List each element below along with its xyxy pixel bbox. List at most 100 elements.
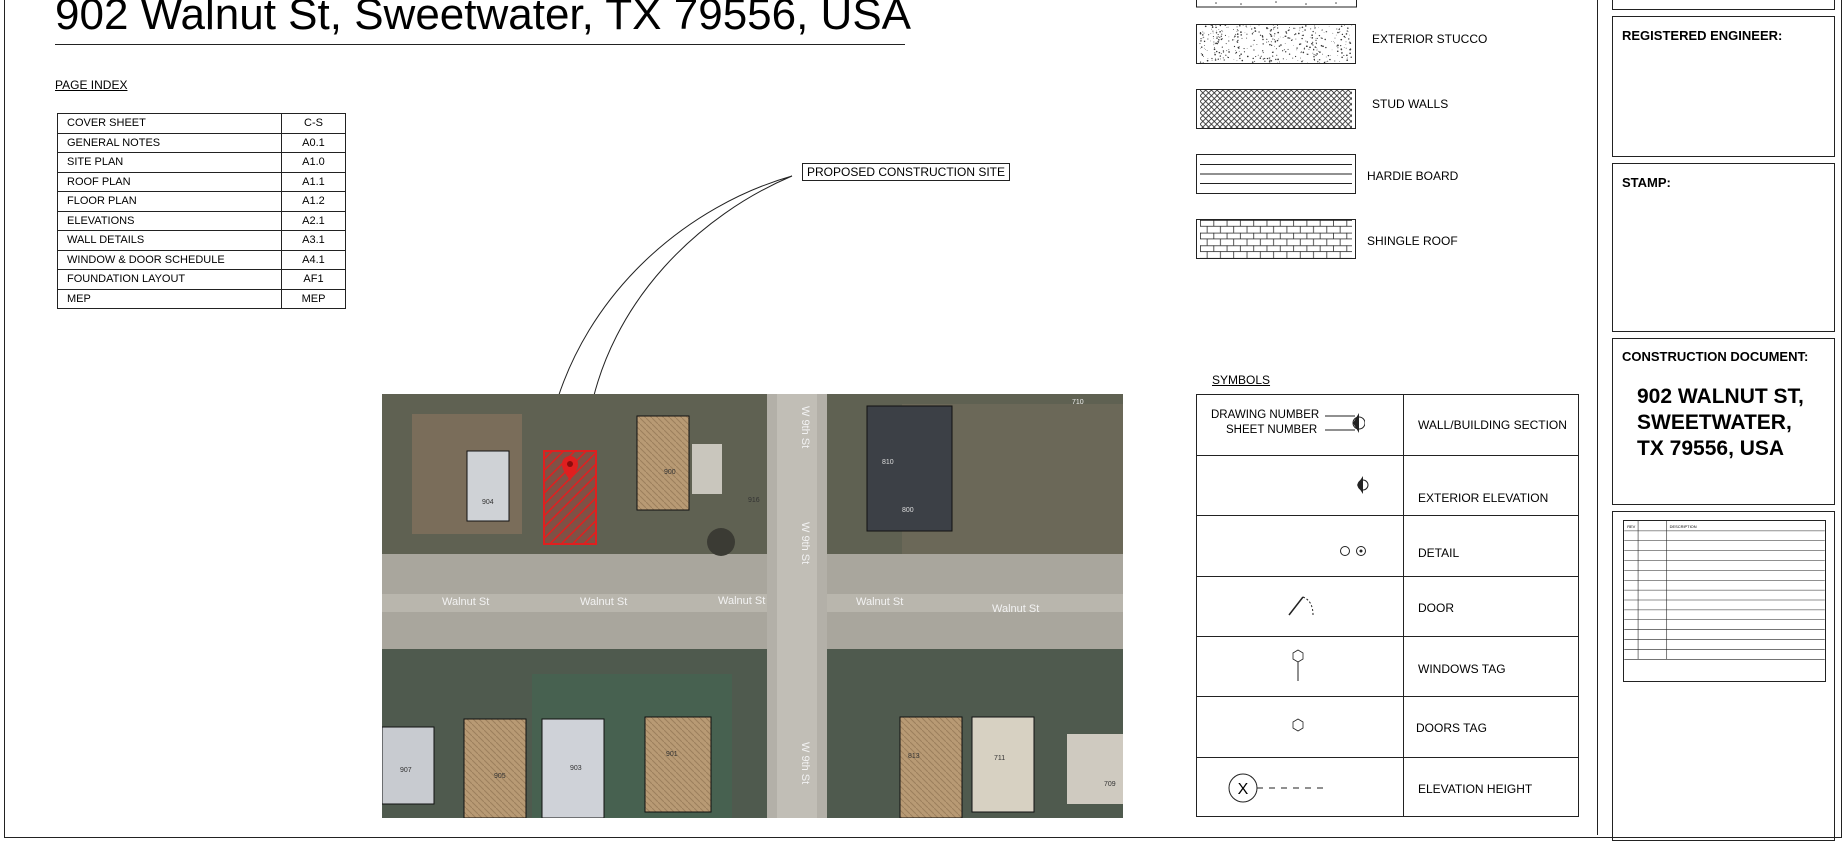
page-index-name: GENERAL NOTES (57, 132, 282, 153)
engineer-label: REGISTERED ENGINEER: (1622, 28, 1783, 43)
page-index-label: PAGE INDEX (55, 78, 128, 92)
material-label: STUD WALLS (1372, 97, 1449, 111)
map-street-label: Walnut St (718, 595, 765, 607)
page-index-name: ELEVATIONS (57, 210, 282, 231)
symbol-row: DOORS TAG (1197, 696, 1578, 758)
page-index-row: SITE PLAN A1.0 (57, 152, 346, 173)
symbol-label: DOORS TAG (1416, 721, 1487, 735)
page-index-name: MEP (57, 288, 282, 309)
page-index-row: WALL DETAILS A3.1 (57, 230, 346, 251)
project-address-line: SWEETWATER, (1637, 411, 1792, 434)
map-cross-street-label: W 9th St (799, 742, 811, 784)
page-index-sheet: A2.1 (281, 210, 346, 231)
map-house-number: 711 (994, 755, 1005, 762)
construction-document-cell: CONSTRUCTION DOCUMENT: 902 WALNUT ST, SW… (1612, 338, 1835, 505)
material-label: EXTERIOR STUCCO (1372, 32, 1488, 46)
page-index-name: WALL DETAILS (57, 230, 282, 251)
symbol-label: EXTERIOR ELEVATION (1418, 491, 1549, 505)
page-index-sheet: A0.1 (281, 132, 346, 153)
page-index-name: FLOOR PLAN (57, 191, 282, 212)
page-index-sheet: AF1 (281, 269, 346, 290)
page-index-sheet: A1.1 (281, 171, 346, 192)
symbol-row: DOOR (1197, 576, 1578, 637)
page-index-sheet: A1.2 (281, 191, 346, 212)
symbol-label: WALL/BUILDING SECTION (1418, 418, 1567, 432)
proposed-site-callout: PROPOSED CONSTRUCTION SITE (802, 163, 1011, 181)
map-house-number: 800 (902, 507, 914, 514)
page-title: 902 Walnut St, Sweetwater, TX 79556, USA (55, 0, 912, 39)
elevation-mark-text: X (1238, 781, 1249, 798)
symbol-row: X ELEVATION HEIGHT (1197, 757, 1578, 819)
title-underline (55, 44, 905, 45)
map-house-number: 905 (494, 773, 506, 780)
project-address-line: 902 WALNUT ST, (1637, 385, 1804, 408)
symbol-label: DOOR (1418, 601, 1454, 615)
page-index-sheet: C-S (281, 113, 346, 134)
shingle-roof-swatch (1196, 219, 1356, 259)
page-index-table: COVER SHEET C-S GENERAL NOTES A0.1 SITE PLAN… (57, 113, 346, 309)
elevation-marker-icon (1357, 476, 1369, 494)
page-index-row: FLOOR PLAN A1.2 (57, 191, 346, 212)
page-index-row: ROOF PLAN A1.1 (57, 171, 346, 192)
project-address: 902 WALNUT ST, SWEETWATER, TX 79556, USA (1637, 384, 1804, 462)
revision-header: DESCRIPTION (1670, 524, 1697, 529)
detail-marker-icon (1340, 546, 1366, 556)
material-label: HARDIE BOARD (1367, 169, 1459, 183)
symbol-label: ELEVATION HEIGHT (1418, 782, 1533, 796)
elevation-height-icon: X (1228, 773, 1325, 803)
map-street-label: Walnut St (580, 596, 627, 608)
map-street-label: Walnut St (442, 596, 489, 608)
map-cross-street-label: W 9th St (799, 522, 811, 564)
sheet-number-label: SHEET NUMBER (1226, 424, 1318, 436)
page-index-name: SITE PLAN (57, 152, 282, 173)
map-house-number: 710 (1072, 399, 1084, 406)
map-cross-street-label: W 9th St (799, 406, 811, 448)
symbol-row: WINDOWS TAG (1197, 636, 1578, 697)
door-swing-icon (1288, 596, 1314, 616)
aerial-site-map: Walnut St Walnut St Walnut St Walnut St … (382, 394, 1123, 818)
window-tag-icon (1292, 649, 1304, 681)
page-index-name: ROOF PLAN (57, 171, 282, 192)
title-block-top-cell (1612, 0, 1835, 10)
project-address-line: TX 79556, USA (1637, 437, 1785, 460)
symbol-row: DETAIL (1197, 515, 1578, 577)
page-index-row: FOUNDATION LAYOUT AF1 (57, 269, 346, 290)
page-index-row: COVER SHEET C-S (57, 113, 346, 134)
construction-document-label: CONSTRUCTION DOCUMENT: (1622, 349, 1809, 364)
map-house-number: 901 (666, 751, 678, 758)
page-index-name: FOUNDATION LAYOUT (57, 269, 282, 290)
drawing-number-label: DRAWING NUMBER (1211, 409, 1320, 421)
map-house-number: 813 (908, 753, 920, 760)
map-house-number: 810 (882, 459, 894, 466)
page-index-row: MEP MEP (57, 288, 346, 309)
title-block-border (1597, 0, 1598, 835)
map-house-number: 709 (1104, 781, 1116, 788)
page-index-name: COVER SHEET (57, 113, 282, 134)
map-house-number: 904 (482, 499, 494, 506)
page-index-row: GENERAL NOTES A0.1 (57, 132, 346, 153)
symbol-row: DRAWING NUMBER SHEET NUMBER WALL/BUILDIN… (1197, 395, 1578, 455)
page-index-sheet: MEP (281, 288, 346, 309)
material-label: SHINGLE ROOF (1367, 234, 1458, 248)
map-house-number: 916 (748, 497, 760, 504)
revision-header: REV (1627, 524, 1635, 529)
revision-table: REV DESCRIPTION (1623, 520, 1826, 682)
page-index-sheet: A4.1 (281, 249, 346, 270)
hardie-board-swatch (1196, 154, 1356, 194)
page-index-name: WINDOW & DOOR SCHEDULE (57, 249, 282, 270)
stamp-cell: STAMP: (1612, 163, 1835, 332)
stucco-swatch (1196, 24, 1356, 64)
partial-swatch (1196, 0, 1357, 8)
map-street-label: Walnut St (992, 603, 1039, 615)
symbol-label: WINDOWS TAG (1418, 662, 1506, 676)
symbol-row: EXTERIOR ELEVATION (1197, 455, 1578, 516)
map-house-number: 907 (400, 767, 412, 774)
page-index-row: WINDOW & DOOR SCHEDULE A4.1 (57, 249, 346, 270)
symbols-label: SYMBOLS (1212, 373, 1271, 387)
page-index-row: ELEVATIONS A2.1 (57, 210, 346, 231)
map-house-number: 900 (664, 469, 676, 476)
section-marker-icon (1325, 413, 1365, 433)
symbol-label: DETAIL (1418, 546, 1460, 560)
map-house-number: 903 (570, 765, 582, 772)
page-index-sheet: A1.0 (281, 152, 346, 173)
